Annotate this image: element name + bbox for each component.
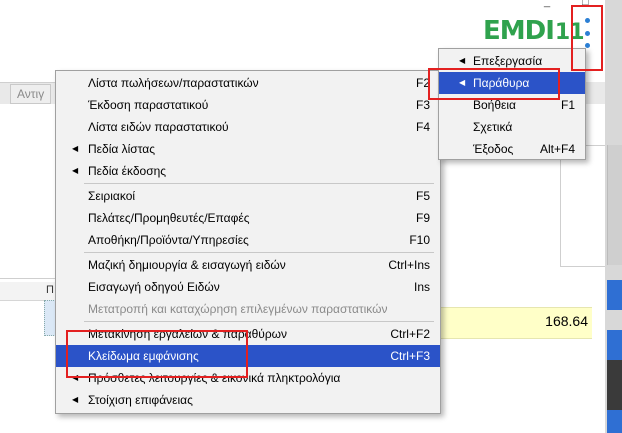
- tab-antigrafi[interactable]: Αντιγ: [10, 84, 52, 104]
- menu-item-warehouse-products[interactable]: Αποθήκη/Προϊόντα/Υπηρεσίες F10: [56, 229, 440, 251]
- menu-item-issue-document[interactable]: Έκδοση παραστατικού F3: [56, 94, 440, 116]
- menu-item-convert-documents: Μετατροπή και καταχώρηση επιλεγμένων παρ…: [56, 298, 440, 320]
- amount-cell: 168.64: [545, 313, 588, 329]
- submenu-arrow-icon: ◀: [72, 395, 79, 404]
- menu-item-label: Πεδία λίστας: [88, 142, 155, 156]
- minimize-button[interactable]: _: [544, 0, 550, 8]
- menu-item-about[interactable]: Σχετικά: [439, 116, 585, 138]
- menu-item-items-wizard[interactable]: Εισαγωγή οδηγού Ειδών Ins: [56, 276, 440, 298]
- highlight-box-windows: [428, 68, 560, 100]
- menu-item-label: Μετατροπή και καταχώρηση επιλεγμένων παρ…: [88, 302, 388, 316]
- submenu-arrow-icon: ◀: [72, 144, 79, 153]
- menu-item-label: Στοίχιση επιφάνειας: [88, 393, 193, 407]
- grid-header-label: Π: [46, 284, 54, 296]
- menu-item-bulk-create-items[interactable]: Μαζική δημιουργία & εισαγωγή ειδών Ctrl+…: [56, 254, 440, 276]
- right-toolbar-button[interactable]: [607, 410, 622, 433]
- main-options-menu: ◀ Επεξεργασία ◀ Παράθυρα Βοήθεια F1 Σχετ…: [438, 48, 586, 160]
- grid-separator: [0, 278, 60, 279]
- menu-item-shortcut: F1: [560, 98, 575, 112]
- menu-item-exit[interactable]: Έξοδος Alt+F4: [439, 138, 585, 160]
- submenu-arrow-icon: ◀: [72, 166, 79, 175]
- menu-item-label: Έξοδος: [473, 142, 514, 156]
- menu-item-label: Λίστα ειδών παραστατικού: [88, 120, 229, 134]
- right-toolbar-button[interactable]: [607, 360, 622, 410]
- menu-item-serials[interactable]: Σειριακοί F5: [56, 185, 440, 207]
- menu-item-label: Σειριακοί: [88, 189, 136, 203]
- menu-separator: [84, 183, 434, 184]
- menu-item-list-fields[interactable]: ◀ Πεδία λίστας: [56, 138, 440, 160]
- menu-item-document-items-list[interactable]: Λίστα ειδών παραστατικού F4: [56, 116, 440, 138]
- menu-item-label: Έκδοση παραστατικού: [88, 98, 209, 112]
- menu-item-shortcut: F4: [415, 120, 430, 134]
- menu-item-shortcut: F10: [409, 233, 430, 247]
- menu-item-label: Λίστα πωλήσεων/παραστατικών: [88, 76, 259, 90]
- side-panel-box: [560, 145, 607, 267]
- menu-item-shortcut: Ctrl+F3: [390, 349, 430, 363]
- menu-item-shortcut: F9: [415, 211, 430, 225]
- highlight-box-lock-layout: [66, 330, 248, 378]
- app-logo: EMDI 11: [483, 16, 585, 46]
- right-toolbar-button[interactable]: [607, 330, 622, 360]
- menu-item-shortcut: Alt+F4: [539, 142, 575, 156]
- menu-item-label: Σχετικά: [473, 120, 513, 134]
- menu-separator: [84, 252, 434, 253]
- right-toolbar-button[interactable]: [607, 280, 622, 310]
- menu-item-label: Μαζική δημιουργία & εισαγωγή ειδών: [88, 258, 286, 272]
- menu-item-shortcut: F5: [415, 189, 430, 203]
- menu-item-shortcut: Ctrl+Ins: [388, 258, 430, 272]
- menu-item-sales-list[interactable]: Λίστα πωλήσεων/παραστατικών F2: [56, 72, 440, 94]
- highlight-box-kebab: [571, 5, 603, 71]
- menu-item-label: Αποθήκη/Προϊόντα/Υπηρεσίες: [88, 233, 249, 247]
- logo-text: EMDI: [483, 16, 555, 46]
- menu-item-shortcut: Ins: [413, 280, 430, 294]
- right-toolbar-section: [607, 145, 622, 265]
- menu-item-label: Εισαγωγή οδηγού Ειδών: [88, 280, 220, 294]
- menu-item-customers-suppliers[interactable]: Πελάτες/Προμηθευτές/Επαφές F9: [56, 207, 440, 229]
- menu-item-label: Πεδία έκδοσης: [88, 164, 167, 178]
- menu-item-shortcut: Ctrl+F2: [390, 327, 430, 341]
- menu-item-label: Πελάτες/Προμηθευτές/Επαφές: [88, 211, 250, 225]
- menu-item-surface-alignment[interactable]: ◀ Στοίχιση επιφάνειας: [56, 389, 440, 411]
- menu-item-issue-fields[interactable]: ◀ Πεδία έκδοσης: [56, 160, 440, 182]
- menu-separator: [84, 321, 434, 322]
